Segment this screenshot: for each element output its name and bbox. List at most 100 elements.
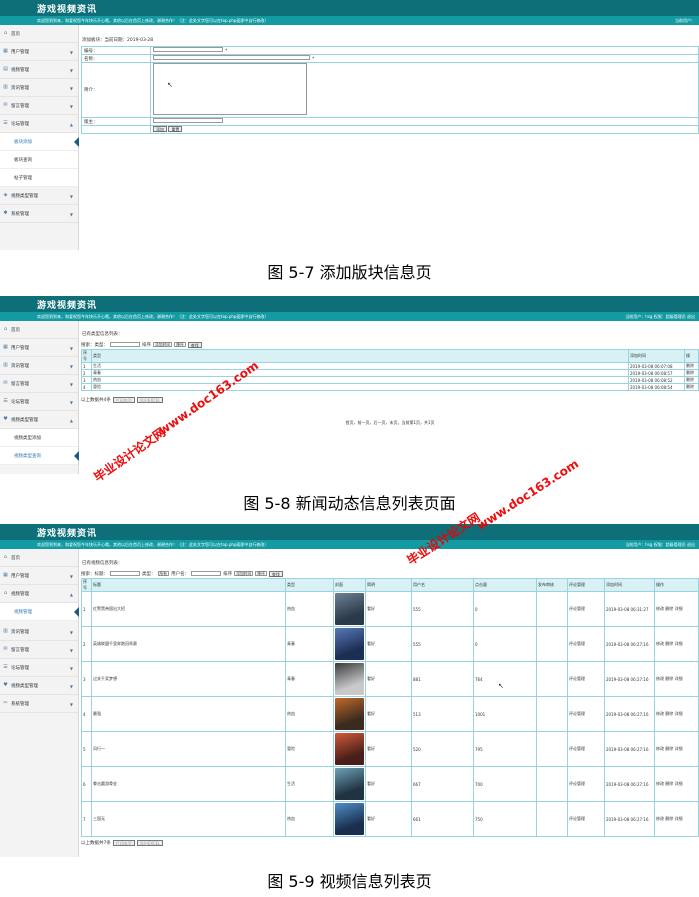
sidebar-item-video-types[interactable]: ♥ 视频类型管理 ▲ [0,411,78,429]
add-button[interactable]: 添加 [153,126,167,132]
app-header: 游戏视频资讯 [0,524,699,540]
sidebar-sub-type-add[interactable]: 视频类型添加 [0,429,78,447]
reset-button[interactable]: 重置 [168,126,183,132]
sidebar-sub-video-manage[interactable]: 视频管理 [0,603,79,621]
breadcrumb: 已有类型信息列表： [82,332,123,337]
heart-icon: ♥ [3,682,8,688]
sidebar-item-video-types[interactable]: ◈ 视频类型管理 ▼ [0,187,78,205]
sidebar-item-messages[interactable]: ✉ 留言管理 ▼ [0,97,78,115]
desc-textarea[interactable] [153,63,307,115]
sort-order-select[interactable]: 降序 [255,571,267,576]
chevron-down-icon: ▼ [69,684,73,689]
sidebar: ⌂ 首页 ▦ 用户管理 ▼ ⌂ 视频管理 ▲ 视频管理 ▥ 资讯管理 ▼ ✉ 留言管理 ▼ ☰ 论坛… [0,549,79,857]
sidebar-item-users[interactable]: ▦ 用户管理 ▼ [0,339,78,357]
owner-input[interactable] [153,118,223,123]
video-cover-image[interactable] [335,628,364,660]
home-icon: ⌂ [3,554,8,560]
review-manage-link[interactable]: 评论管理 [567,696,605,732]
app-header: 游戏视频资讯 [0,0,699,16]
video-cover-image[interactable] [335,733,364,765]
sidebar-item-system[interactable]: ✱ 系统管理 ▼ [0,205,78,223]
id-input[interactable] [153,47,223,52]
review-manage-link[interactable]: 评论管理 [567,766,605,802]
field-label-id: 编号： [81,46,151,55]
delete-link[interactable]: 删除 [684,362,699,370]
sidebar-item-home[interactable]: ⌂ 首页 [0,321,78,339]
mouse-cursor-icon: ↖ [167,81,173,89]
row-actions[interactable]: 修改 删除 详细 [654,661,699,697]
username-search-input[interactable] [191,571,222,576]
sidebar-item-users[interactable]: ▦ 用户管理 ▼ [0,43,78,61]
video-cover-image[interactable] [335,593,364,625]
type-search-input[interactable] [110,342,140,347]
sidebar-item-messages[interactable]: ✉ 留言管理 ▼ [0,375,78,393]
sidebar-sub-board-query[interactable]: 板块查询 [0,151,78,169]
sidebar-item-messages[interactable]: ✉ 留言管理 ▼ [0,641,78,659]
sidebar-item-news[interactable]: ▥ 资讯管理 ▼ [0,623,78,641]
news-icon: ▥ [3,362,8,368]
search-button[interactable]: 查找 [187,341,202,348]
sidebar-item-users[interactable]: ▦ 用户管理 ▼ [0,567,78,585]
name-input[interactable] [153,55,310,60]
type-select[interactable]: 所有 [157,571,170,576]
review-manage-link[interactable]: 评论管理 [567,661,605,697]
table-row: 1 生活 2019-03-08 06:07:08 删除 [81,362,699,370]
field-label-desc: 简介： [81,62,151,118]
sidebar-item-videos[interactable]: ▤ 视频管理 ▼ [0,61,78,79]
review-manage-link[interactable]: 评论管理 [567,801,605,837]
sidebar-item-forum[interactable]: ☰ 论坛管理 ▲ [0,115,78,133]
delete-link[interactable]: 删除 [684,376,699,384]
home-icon: ⌂ [3,30,8,36]
users-icon: ▦ [3,344,8,350]
sidebar-sub-post-manage[interactable]: 帖子管理 [0,169,78,187]
delete-link[interactable]: 删除 [684,369,699,377]
sidebar-item-system[interactable]: ✂ 系统管理 ▼ [0,695,78,713]
screenshot-add-board: 游戏视频资讯 欢迎您到到来，和爱祝您今年快乐开心哦，其他以后在首页上修改，谢谢合… [0,0,699,250]
title-search-input[interactable] [110,571,140,576]
sort-field-select[interactable]: 添加时间 [153,342,173,347]
export-excel-button[interactable]: 导出EXCEL [136,839,164,846]
sidebar-sub-type-query[interactable]: 视频类型查询 [0,447,79,465]
sidebar-sub-board-add[interactable]: 板块添加 [0,133,79,151]
delete-link[interactable]: 删除 [684,383,699,391]
review-manage-link[interactable]: 评论管理 [567,591,605,627]
chevron-up-icon: ▲ [69,592,73,597]
sidebar-item-videos[interactable]: ⌂ 视频管理 ▲ [0,585,78,603]
video-table: 序号 标题 类型 封面 简明 用户名 点击量 发布审核 评论管理 添加时间 操作… [81,578,699,837]
sidebar-item-video-types[interactable]: ♥ 视频类型管理 ▼ [0,677,78,695]
sort-order-select[interactable]: 降序 [174,342,186,347]
print-button[interactable]: 打印本页 [112,839,135,846]
mouse-cursor-icon: ↖ [498,682,504,690]
review-manage-link[interactable]: 评论管理 [567,731,605,767]
export-excel-button[interactable]: 导出EXCEL [136,396,164,403]
forum-icon: ☰ [3,120,8,126]
table-row: 1 红警黑帝国出大招 热血 看好 555 0 评论管理 2019-03-08 06:31:27… [81,591,699,627]
row-actions[interactable]: 修改 删除 详细 [654,766,699,802]
row-actions[interactable]: 修改 删除 详细 [654,696,699,732]
sidebar-item-forum[interactable]: ☰ 论坛管理 ▼ [0,659,78,677]
row-actions[interactable]: 修改 删除 详细 [654,591,699,627]
table-row: 5 风行一 冒险 看好 520 795 评论管理 2019-03-08 06:27:16 修改 … [81,731,699,767]
video-cover-image[interactable] [335,663,364,695]
video-cover-image[interactable] [335,803,364,835]
chevron-down-icon: ▼ [69,400,73,405]
row-actions[interactable]: 修改 删除 详细 [654,801,699,837]
type-table: 序号 类型 添加时间 操 1 生活 2019-03-08 06:07:08 删除 2青… [81,349,699,391]
sidebar-item-home[interactable]: ⌂ 首页 [0,25,78,43]
video-cover-image[interactable] [335,768,364,800]
sidebar-item-news[interactable]: ▥ 资讯管理 ▼ [0,79,78,97]
print-button[interactable]: 打印本页 [112,396,135,403]
sidebar-item-news[interactable]: ▥ 资讯管理 ▼ [0,357,78,375]
row-actions[interactable]: 修改 删除 详细 [654,626,699,662]
row-actions[interactable]: 修改 删除 详细 [654,731,699,767]
video-cover-image[interactable] [335,698,364,730]
heart-icon: ♥ [3,416,8,422]
chevron-down-icon: ▼ [69,364,73,369]
tools-icon: ✂ [3,700,8,706]
sort-field-select[interactable]: 添加时间 [234,571,254,576]
review-manage-link[interactable]: 评论管理 [567,626,605,662]
sidebar-item-home[interactable]: ⌂ 首页 [0,549,78,567]
chevron-down-icon: ▼ [69,86,73,91]
sidebar-item-forum[interactable]: ☰ 论坛管理 ▼ [0,393,78,411]
search-button[interactable]: 查找 [268,570,283,577]
